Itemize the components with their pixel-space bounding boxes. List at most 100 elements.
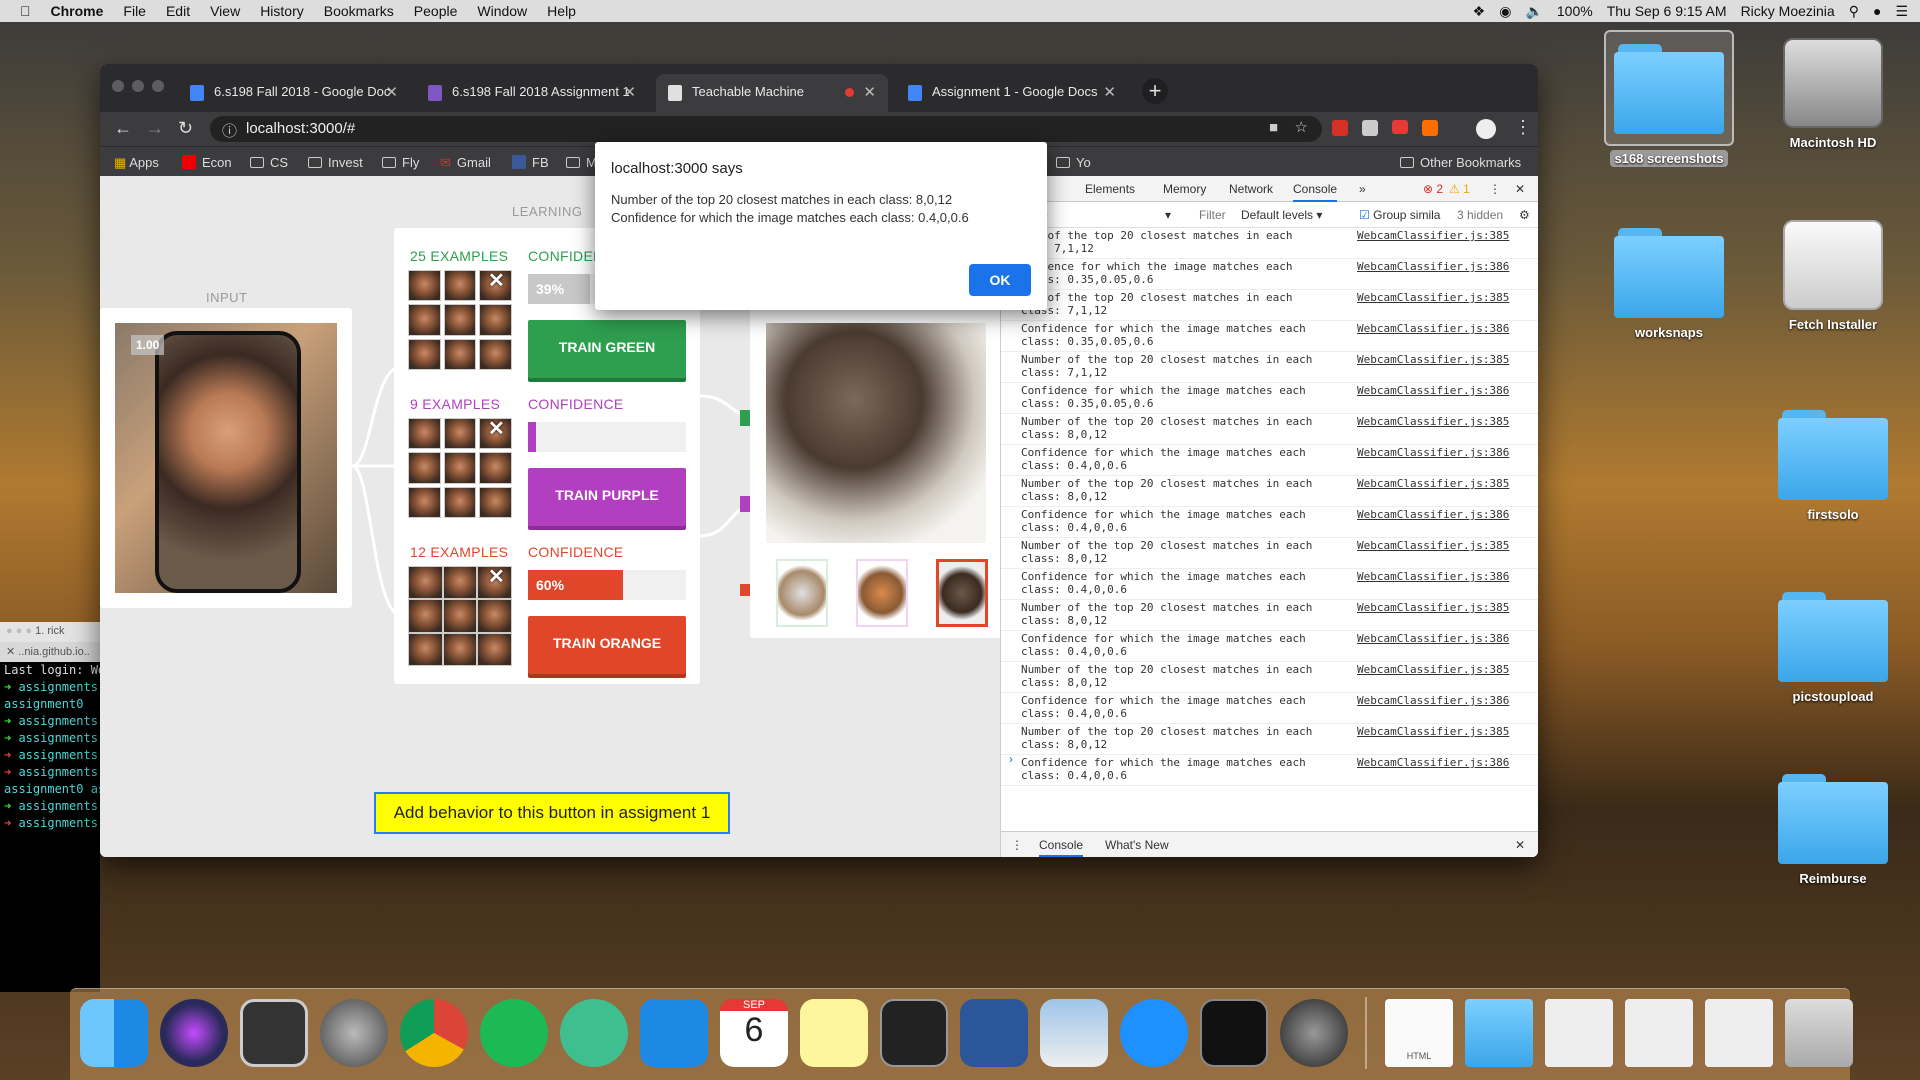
extension-icon[interactable]	[1422, 120, 1438, 136]
chrome-window-thumbnail-icon[interactable]	[1625, 999, 1693, 1067]
desktop-folder-s168-screenshots[interactable]: s168 screenshots	[1604, 30, 1734, 167]
console-log-source-link[interactable]: WebcamClassifier.js:385	[1357, 601, 1509, 614]
siri-icon[interactable]	[160, 999, 228, 1067]
spotify-icon[interactable]	[480, 999, 548, 1067]
train-green-button[interactable]: TRAIN GREEN	[528, 320, 686, 378]
menu-view[interactable]: View	[210, 3, 240, 19]
back-icon[interactable]: ←	[114, 118, 132, 139]
tab-teachable-machine[interactable]: Teachable Machine ✕	[656, 74, 888, 112]
photo-booth-icon[interactable]	[240, 999, 308, 1067]
html-file-icon[interactable]: HTML	[1385, 999, 1453, 1067]
messages-icon[interactable]	[1120, 999, 1188, 1067]
close-devtools-icon[interactable]: ✕	[1515, 182, 1525, 196]
tab-google-doc-fall-2018[interactable]: 6.s198 Fall 2018 - Google Doc ✕	[178, 74, 410, 112]
bookmark-apps[interactable]: ▦ Apps	[114, 155, 159, 171]
console-log-source-link[interactable]: WebcamClassifier.js:386	[1357, 384, 1509, 397]
bookmark-fb[interactable]: FB	[512, 155, 549, 170]
bookmark-folder-fly[interactable]: Fly	[382, 155, 419, 170]
console-log-source-link[interactable]: WebcamClassifier.js:386	[1357, 694, 1509, 707]
word-icon[interactable]	[960, 999, 1028, 1067]
reload-icon[interactable]: ↻	[178, 118, 193, 139]
warning-count[interactable]: ⚠ 1	[1449, 182, 1470, 196]
error-count[interactable]: ⊗ 2	[1423, 182, 1443, 196]
drawer-tab-console[interactable]: Console	[1039, 838, 1084, 857]
clear-orange-icon[interactable]: ✕	[488, 564, 505, 589]
tab-network[interactable]: Network	[1229, 182, 1273, 196]
console-log-source-link[interactable]: WebcamClassifier.js:386	[1357, 570, 1509, 583]
address-bar[interactable]: ⓘ localhost:3000/# ■ ☆	[210, 116, 1322, 142]
console-log-source-link[interactable]: WebcamClassifier.js:385	[1357, 477, 1509, 490]
zoom-window-button[interactable]	[152, 80, 164, 92]
camera-icon[interactable]: ■	[1269, 119, 1278, 136]
output-thumb-orange[interactable]	[936, 559, 988, 627]
tab-close-icon[interactable]: ✕	[623, 83, 636, 101]
downloads-folder-icon[interactable]	[1465, 999, 1533, 1067]
chrome-window-thumbnail-icon[interactable]	[1545, 999, 1613, 1067]
chrome-window-thumbnail-icon[interactable]	[1705, 999, 1773, 1067]
desktop-folder-worksnaps[interactable]: worksnaps	[1604, 228, 1734, 341]
desktop-drive-macintosh-hd[interactable]: Macintosh HD	[1768, 38, 1898, 151]
clear-purple-icon[interactable]: ✕	[488, 416, 505, 441]
vscode-icon[interactable]	[640, 999, 708, 1067]
drawer-menu-icon[interactable]: ⋮	[1011, 838, 1023, 852]
log-levels-select[interactable]: Default levels ▾	[1241, 208, 1322, 222]
activity-monitor-icon[interactable]	[1200, 999, 1268, 1067]
dropbox-icon[interactable]: ❖	[1473, 3, 1486, 20]
tab-close-icon[interactable]: ✕	[385, 83, 398, 101]
console-prompt-icon[interactable]: ›	[1009, 752, 1013, 766]
battery-percent[interactable]: 100%	[1557, 3, 1593, 19]
bookmark-gmail[interactable]: ✉ Gmail	[440, 155, 491, 171]
tab-elements[interactable]: Elements	[1085, 182, 1135, 196]
group-similar-checkbox[interactable]: ☑ Group simila	[1359, 208, 1440, 222]
tab-console[interactable]: Console	[1293, 182, 1338, 202]
console-log-source-link[interactable]: WebcamClassifier.js:385	[1357, 229, 1509, 242]
atom-icon[interactable]	[560, 999, 628, 1067]
menu-history[interactable]: History	[260, 3, 304, 19]
profile-avatar[interactable]	[1476, 119, 1496, 139]
clock[interactable]: Thu Sep 6 9:15 AM	[1607, 3, 1727, 19]
star-icon[interactable]: ☆	[1295, 118, 1308, 136]
close-window-button[interactable]	[112, 80, 124, 92]
calendar-icon[interactable]: SEP 6	[720, 999, 788, 1067]
terminal-titlebar[interactable]: ● ● ● 1. rick	[0, 622, 100, 642]
terminal-window[interactable]: ● ● ● 1. rick ✕ ..nia.github.io.. Last l…	[0, 622, 100, 992]
output-thumb-green[interactable]	[776, 559, 828, 627]
close-drawer-icon[interactable]: ✕	[1515, 838, 1525, 852]
desktop-folder-reimburse[interactable]: Reimburse	[1768, 774, 1898, 887]
wifi-icon[interactable]: ◉	[1499, 3, 1511, 20]
menu-help[interactable]: Help	[547, 3, 576, 19]
chrome-menu-icon[interactable]: ⋮	[1514, 117, 1532, 138]
console-log-source-link[interactable]: WebcamClassifier.js:386	[1357, 260, 1509, 273]
volume-icon[interactable]: 🔈	[1525, 3, 1542, 20]
console-log-source-link[interactable]: WebcamClassifier.js:385	[1357, 663, 1509, 676]
system-preferences-icon[interactable]	[1280, 999, 1348, 1067]
preview-icon[interactable]	[1040, 999, 1108, 1067]
menu-file[interactable]: File	[123, 3, 146, 19]
console-log-source-link[interactable]: WebcamClassifier.js:386	[1357, 322, 1509, 335]
console-log-source-link[interactable]: WebcamClassifier.js:386	[1357, 756, 1509, 769]
drawer-tab-whats-new[interactable]: What's New	[1105, 838, 1169, 852]
console-log-source-link[interactable]: WebcamClassifier.js:385	[1357, 725, 1509, 738]
terminal-icon[interactable]	[880, 999, 948, 1067]
console-settings-icon[interactable]: ⚙	[1519, 208, 1530, 222]
console-filter-input[interactable]: Filter	[1199, 208, 1226, 222]
menu-bookmarks[interactable]: Bookmarks	[324, 3, 394, 19]
tab-assignment-1[interactable]: 6.s198 Fall 2018 Assignment 1 ✕	[416, 74, 648, 112]
add-behavior-button[interactable]: Add behavior to this button in assigment…	[374, 792, 730, 834]
output-thumb-purple[interactable]	[856, 559, 908, 627]
forward-icon[interactable]: →	[146, 118, 164, 139]
notes-icon[interactable]	[800, 999, 868, 1067]
menu-people[interactable]: People	[414, 3, 458, 19]
minimize-window-button[interactable]	[132, 80, 144, 92]
finder-icon[interactable]	[80, 999, 148, 1067]
bookmark-econ[interactable]: Econ	[182, 155, 232, 170]
tab-memory[interactable]: Memory	[1163, 182, 1206, 196]
extension-icon[interactable]	[1362, 120, 1378, 136]
console-log-source-link[interactable]: WebcamClassifier.js:386	[1357, 446, 1509, 459]
menu-edit[interactable]: Edit	[166, 3, 190, 19]
console-log-source-link[interactable]: WebcamClassifier.js:386	[1357, 632, 1509, 645]
dialog-ok-button[interactable]: OK	[969, 264, 1031, 296]
tab-close-icon[interactable]: ✕	[1103, 83, 1116, 101]
bookmark-folder-m[interactable]: M	[566, 155, 597, 170]
tab-assignment-1-google-docs[interactable]: Assignment 1 - Google Docs ✕	[896, 74, 1128, 112]
